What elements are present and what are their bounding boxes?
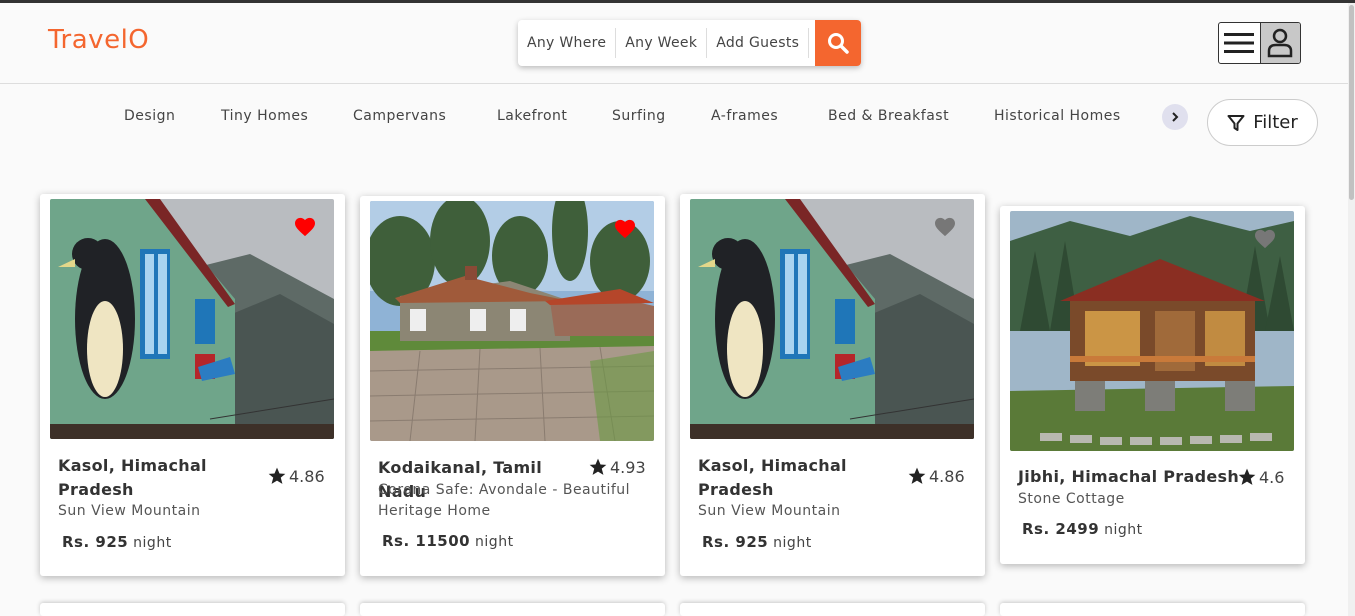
listing-rating: 4.86 [907, 466, 965, 486]
chevron-right-icon [1172, 112, 1179, 122]
listing-card[interactable]: Kasol, Himachal Pradesh 4.86 Sun View Mo… [680, 194, 985, 576]
listing-rating: 4.6 [1237, 467, 1284, 487]
profile-button[interactable] [1259, 23, 1300, 63]
category-bed-breakfast[interactable]: Bed & Breakfast [828, 108, 949, 124]
listing-rating: 4.86 [267, 466, 325, 486]
listing-subtitle: Stone Cottage [1018, 491, 1125, 507]
listing-price: Rs. 925 night [62, 533, 172, 551]
heart-icon[interactable] [1254, 229, 1276, 249]
price-amount: Rs. 925 [62, 533, 129, 551]
house-mural-image [690, 199, 974, 439]
listing-title: Jibhi, Himachal Pradesh [1018, 467, 1240, 486]
listing-subtitle: Corona Safe: Avondale - Beautiful Herita… [378, 482, 631, 519]
listing-title: Kasol, Himachal Pradesh [58, 456, 207, 499]
listing-card[interactable]: Kodaikanal, Tamil Nadu 4.93 Corona Safe:… [360, 196, 665, 576]
star-icon [589, 458, 607, 475]
heart-icon[interactable] [934, 217, 956, 237]
heart-shape [1255, 229, 1275, 249]
filter-icon [1227, 114, 1245, 131]
listing-subtitle: Sun View Mountain [698, 503, 841, 519]
rating-value: 4.86 [289, 466, 325, 486]
site-header: TravelO Any Where Any Week Add Guests [0, 3, 1348, 84]
listing-photo[interactable] [370, 201, 654, 441]
rating-value: 4.93 [610, 457, 646, 477]
scrollbar-thumb[interactable] [1349, 5, 1354, 200]
heart-shape [935, 217, 955, 237]
category-design[interactable]: Design [124, 108, 175, 124]
listing-card-partial[interactable] [1000, 603, 1305, 616]
price-unit: night [133, 535, 172, 551]
logo[interactable]: TravelO [48, 25, 149, 55]
listing-subtitle: Sun View Mountain [58, 503, 201, 519]
user-menu-button[interactable] [1218, 22, 1301, 64]
listing-card-partial[interactable] [40, 603, 345, 616]
page-scrollbar[interactable] [1348, 3, 1355, 616]
price-unit: night [773, 535, 812, 551]
price-amount: Rs. 2499 [1022, 520, 1100, 538]
category-surfing[interactable]: Surfing [612, 108, 666, 124]
listing-photo[interactable] [50, 199, 334, 439]
price-amount: Rs. 11500 [382, 532, 471, 550]
star-icon [268, 467, 286, 484]
listing-price: Rs. 2499 night [1022, 520, 1143, 538]
price-amount: Rs. 925 [702, 533, 769, 551]
listing-card[interactable]: Jibhi, Himachal Pradesh 4.6 Stone Cottag… [1000, 206, 1305, 564]
rating-value: 4.6 [1259, 467, 1285, 487]
user-icon [1268, 28, 1293, 58]
listing-title: Kasol, Himachal Pradesh [698, 456, 847, 499]
category-a-frames[interactable]: A-frames [711, 108, 778, 124]
price-unit: night [1104, 522, 1143, 538]
category-campervans[interactable]: Campervans [353, 108, 446, 124]
star-icon [908, 467, 926, 484]
search-guests[interactable]: Add Guests [707, 28, 810, 58]
heart-shape [615, 219, 635, 239]
category-historical-homes[interactable]: Historical Homes [994, 108, 1121, 124]
search-bar[interactable]: Any Where Any Week Add Guests [518, 20, 861, 66]
category-bar: Design Tiny Homes Campervans Lakefront S… [0, 84, 1348, 150]
heart-icon[interactable] [294, 217, 316, 237]
star-icon [1238, 468, 1256, 485]
search-button[interactable] [815, 20, 861, 66]
listing-price: Rs. 11500 night [382, 532, 514, 550]
listing-card[interactable]: Kasol, Himachal Pradesh 4.86 Sun View Mo… [40, 194, 345, 576]
search-icon [828, 33, 849, 54]
listing-photo[interactable] [1010, 211, 1294, 451]
house-mural-image [50, 199, 334, 439]
listing-price: Rs. 925 night [702, 533, 812, 551]
filter-button[interactable]: Filter [1207, 99, 1318, 146]
heart-icon[interactable] [614, 219, 636, 239]
category-lakefront[interactable]: Lakefront [497, 108, 567, 124]
rating-value: 4.86 [929, 466, 965, 486]
category-tiny-homes[interactable]: Tiny Homes [221, 108, 308, 124]
heritage-home-image [370, 201, 654, 441]
listing-rating: 4.93 [588, 457, 646, 477]
stone-cottage-image [1010, 211, 1294, 451]
hamburger-icon [1224, 33, 1255, 53]
listing-photo[interactable] [690, 199, 974, 439]
price-unit: night [475, 534, 514, 550]
hamburger-menu[interactable] [1219, 23, 1260, 63]
search-week[interactable]: Any Week [616, 28, 708, 58]
category-next-button[interactable] [1162, 104, 1188, 130]
listing-card-partial[interactable] [680, 603, 985, 616]
search-where[interactable]: Any Where [518, 28, 617, 58]
filter-label: Filter [1253, 112, 1298, 133]
listing-card-partial[interactable] [360, 603, 665, 616]
heart-shape [295, 217, 315, 237]
